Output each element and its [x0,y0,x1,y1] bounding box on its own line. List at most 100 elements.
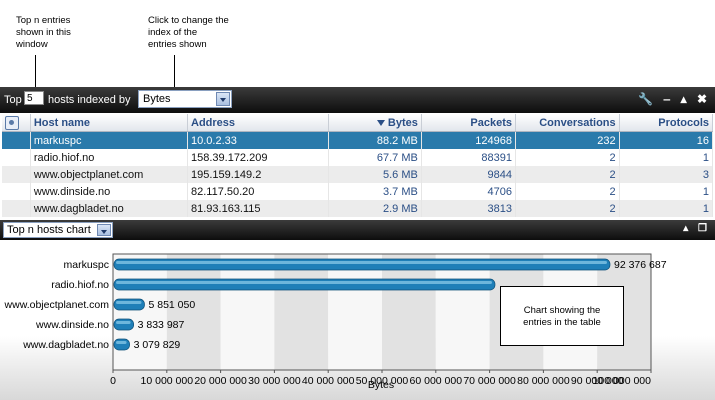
row-marker [2,183,31,200]
table-row[interactable]: www.dinside.no 82.117.50.20 3.7 MB 4706 … [2,183,714,200]
cell-bytes: 3.7 MB [328,183,422,200]
row-marker [2,166,31,183]
table-header: Host name Address Bytes Packets Conversa… [2,114,714,132]
chevron-down-icon[interactable] [216,92,230,106]
category-label: www.dinside.no [35,319,109,331]
value-label: 3 833 987 [138,319,185,331]
cell-address: 195.159.149.2 [187,166,330,183]
bar-highlight [116,261,607,264]
cell-bytes: 88.2 MB [328,131,422,149]
top-label: Top [4,94,22,106]
settings-column-header[interactable] [2,114,31,132]
grid-band [435,254,490,370]
index-select[interactable]: Bytes [138,90,232,108]
annotation-line: entries in the table [523,317,601,328]
value-label: 92 376 687 [614,259,667,271]
column-header-conversations[interactable]: Conversations [515,114,620,132]
cell-conversations: 2 [515,183,620,200]
window-controls: 🔧 ‒ ▴ ✖ [635,92,709,106]
bar-www-dagbladet-no[interactable] [113,338,130,351]
category-label: radio.hiof.no [51,279,109,291]
x-tick-label: 10 000 000 [141,375,194,387]
annotation-line: Top n entries [16,15,71,26]
annotation-line: index of the [148,27,198,38]
row-marker [2,149,31,166]
hosts-indexed-label: hosts indexed by [48,94,131,106]
cell-packets: 88391 [421,149,517,166]
minimize-icon[interactable]: ‒ [664,92,673,106]
cell-host: markuspc [30,131,189,149]
row-marker [2,200,31,217]
annotation-pointer [174,55,175,90]
x-tick-label: 100 000 000 [593,375,652,387]
cell-packets: 4706 [421,183,517,200]
table-row[interactable]: www.dagbladet.no 81.93.163.115 2.9 MB 38… [2,200,714,217]
x-tick-label: 40 000 000 [302,375,355,387]
restore-icon[interactable]: ❐ [698,223,709,234]
column-header-host[interactable]: Host name [30,114,189,132]
close-icon[interactable]: ✖ [697,92,709,106]
cell-host: www.dagbladet.no [30,200,189,217]
cell-host: www.objectplanet.com [30,166,189,183]
chart-annotation-box: Chart showing the entries in the table [500,286,624,346]
cell-address: 82.117.50.20 [187,183,330,200]
table-row[interactable]: markuspc 10.0.2.33 88.2 MB 124968 232 16 [2,131,714,149]
x-tick-label: 70 000 000 [463,375,516,387]
x-tick-label: 30 000 000 [248,375,301,387]
cell-address: 10.0.2.33 [187,131,330,149]
maximize-icon[interactable]: ▴ [681,92,689,106]
table-row[interactable]: radio.hiof.no 158.39.172.209 67.7 MB 883… [2,149,714,166]
chart-type-select-value: Top n hosts chart [7,224,91,236]
top-n-input[interactable]: 5 [24,91,44,105]
cell-address: 158.39.172.209 [187,149,330,166]
chart-window-controls: ▴ ❐ [680,223,709,234]
chart-type-select[interactable]: Top n hosts chart [3,222,113,238]
annotation-index-hint: Click to change the index of the entries… [148,15,229,51]
index-select-value: Bytes [143,93,171,105]
column-header-packets[interactable]: Packets [421,114,517,132]
column-header-bytes-label: Bytes [387,116,418,129]
table-settings-icon[interactable] [5,116,19,130]
annotation-line: shown in this [16,27,71,38]
category-label: www.objectplanet.com [4,299,110,311]
row-marker [2,131,31,149]
table-row[interactable]: www.objectplanet.com 195.159.149.2 5.6 M… [2,166,714,183]
x-tick-label: 0 [110,375,116,387]
cell-protocols: 1 [619,200,714,217]
bar-markuspc[interactable] [113,258,611,271]
bar-www-objectplanet-com[interactable] [113,298,145,311]
chevron-down-icon[interactable] [97,224,111,236]
cell-protocols: 1 [619,183,714,200]
cell-conversations: 2 [515,166,620,183]
grid-band [166,254,221,370]
annotation-pointer [35,55,36,90]
grid-band [382,254,436,370]
bar-radio-hiof-no[interactable] [113,278,496,291]
x-tick-label: 20 000 000 [194,375,247,387]
cell-host: www.dinside.no [30,183,189,200]
x-tick-label: 60 000 000 [410,375,463,387]
annotation-line: window [16,39,48,50]
cell-protocols: 1 [619,149,714,166]
cell-packets: 9844 [421,166,517,183]
grid-band [113,254,167,370]
column-header-bytes[interactable]: Bytes [328,114,422,132]
cell-protocols: 16 [619,131,714,149]
grid-band [274,254,329,370]
column-header-protocols[interactable]: Protocols [619,114,714,132]
value-label: 5 851 050 [148,299,195,311]
cell-bytes: 2.9 MB [328,200,422,217]
cell-bytes: 67.7 MB [328,149,422,166]
category-label: markuspc [63,259,109,271]
cell-address: 81.93.163.115 [187,200,330,217]
annotation-top-n: Top n entries shown in this window [16,15,71,51]
grid-band [328,254,382,370]
hosts-toolbar: Top 5 hosts indexed by Bytes 🔧 ‒ ▴ ✖ [0,87,715,113]
wrench-icon[interactable]: 🔧 [638,92,655,106]
bar-www-dinside-no[interactable] [113,318,134,331]
collapse-icon[interactable]: ▴ [683,223,690,234]
bar-highlight [116,341,127,344]
bar-highlight [116,301,142,304]
column-header-address[interactable]: Address [187,114,330,132]
annotation-line: Chart showing the [523,305,601,316]
